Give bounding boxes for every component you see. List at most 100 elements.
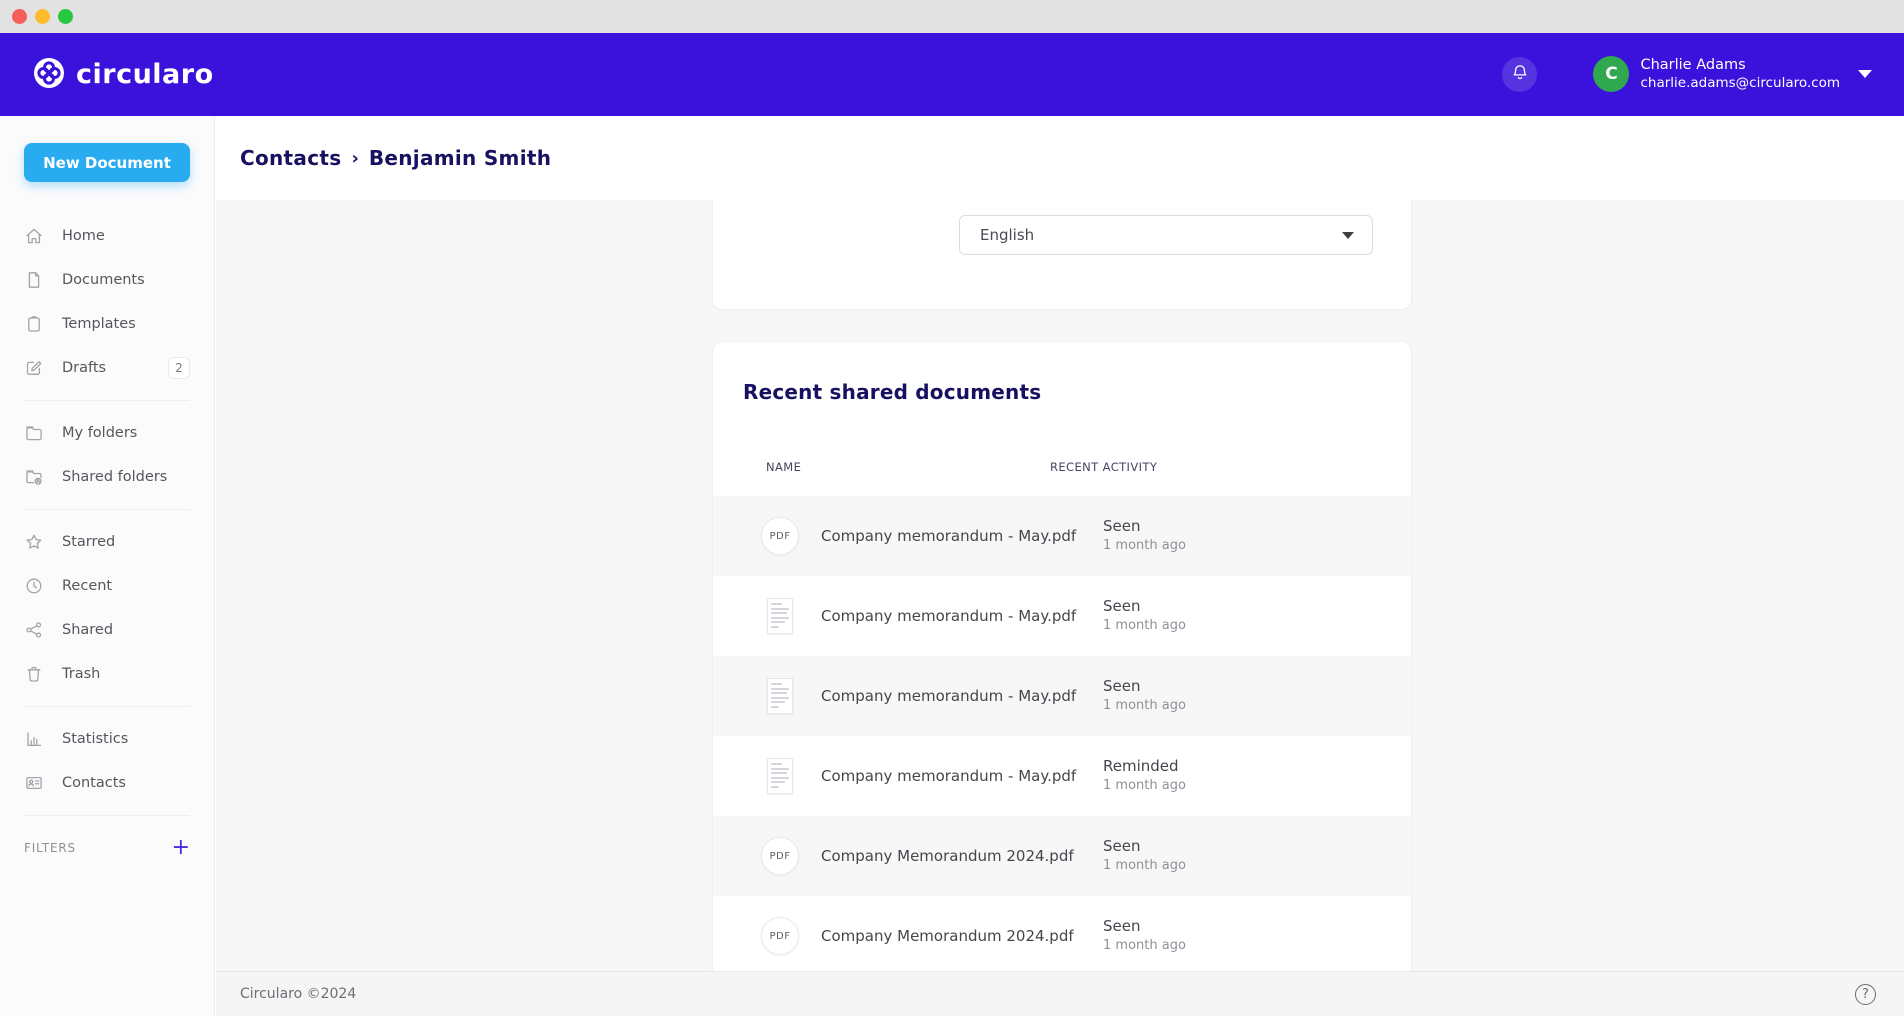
avatar: C <box>1593 56 1629 92</box>
document-row[interactable]: PDF Company memorandum - May.pdfSeen1 mon… <box>713 496 1411 576</box>
document-row[interactable]: Company memorandum - May.pdfSeen1 month … <box>713 576 1411 656</box>
zoom-button[interactable] <box>58 9 73 24</box>
user-name: Charlie Adams <box>1640 56 1840 75</box>
new-document-button[interactable]: New Document <box>24 143 190 182</box>
activity-status: Seen <box>1103 837 1186 856</box>
sidebar-divider <box>24 509 190 510</box>
table-header: NAME RECENT ACTIVITY <box>713 460 1411 474</box>
pdf-file-icon: PDF <box>761 837 799 875</box>
sidebar-item-label: Shared <box>62 622 113 638</box>
activity-time: 1 month ago <box>1103 936 1186 955</box>
sidebar-item-drafts[interactable]: Drafts2 <box>0 346 214 390</box>
sidebar-item-label: Drafts <box>62 360 106 376</box>
plus-icon[interactable]: + <box>172 837 190 859</box>
star-icon <box>24 532 44 552</box>
sidebar-item-label: Contacts <box>62 775 126 791</box>
document-row[interactable]: Company memorandum - May.pdfReminded1 mo… <box>713 736 1411 816</box>
user-menu[interactable]: C Charlie Adams charlie.adams@circularo.… <box>1593 56 1872 92</box>
circularo-logo[interactable]: circularo <box>33 57 214 93</box>
document-row[interactable]: PDF Company Memorandum 2024.pdfSeen1 mont… <box>713 816 1411 896</box>
document-name: Company Memorandum 2024.pdf <box>821 847 1103 865</box>
sidebar-item-starred[interactable]: Starred <box>0 520 214 564</box>
pencil-square-icon <box>24 358 44 378</box>
sidebar-item-my-folders[interactable]: My folders <box>0 411 214 455</box>
activity-status: Seen <box>1103 677 1186 696</box>
activity-time: 1 month ago <box>1103 616 1186 635</box>
sidebar-item-home[interactable]: Home <box>0 214 214 258</box>
document-thumbnail-icon <box>767 598 793 634</box>
help-icon[interactable]: ? <box>1855 984 1876 1005</box>
document-name: Company memorandum - May.pdf <box>821 607 1103 625</box>
sidebar-item-label: Home <box>62 228 105 244</box>
bell-icon <box>1510 63 1530 86</box>
sidebar-item-label: Templates <box>62 316 136 332</box>
sidebar-item-templates[interactable]: Templates <box>0 302 214 346</box>
breadcrumb: Contacts › Benjamin Smith <box>216 116 1904 200</box>
sidebar-item-contacts[interactable]: Contacts <box>0 761 214 805</box>
activity-time: 1 month ago <box>1103 776 1186 795</box>
sidebar-item-label: Starred <box>62 534 115 550</box>
sidebar-item-label: Shared folders <box>62 469 167 485</box>
sidebar-item-label: Statistics <box>62 731 128 747</box>
circularo-logo-icon <box>33 57 65 93</box>
sidebar-item-label: Documents <box>62 272 145 288</box>
sidebar-item-shared-folders[interactable]: Shared folders <box>0 455 214 499</box>
minimize-button[interactable] <box>35 9 50 24</box>
trash-icon <box>24 664 44 684</box>
activity-status: Seen <box>1103 597 1186 616</box>
id-card-icon <box>24 773 44 793</box>
macos-titlebar <box>0 0 1904 33</box>
sidebar-item-statistics[interactable]: Statistics <box>0 717 214 761</box>
sidebar-item-recent[interactable]: Recent <box>0 564 214 608</box>
document-name: Company Memorandum 2024.pdf <box>821 927 1103 945</box>
main-area: Contacts › Benjamin Smith Language Engli… <box>216 116 1904 1016</box>
sidebar-item-shared[interactable]: Shared <box>0 608 214 652</box>
pdf-file-icon: PDF <box>761 517 799 555</box>
sidebar: New Document Home Documents Templates Draft… <box>0 116 215 1016</box>
language-select[interactable]: English <box>959 215 1373 255</box>
clock-icon <box>24 576 44 596</box>
pdf-file-icon: PDF <box>761 917 799 955</box>
page-title: Benjamin Smith <box>369 146 551 170</box>
folder-icon <box>24 423 44 443</box>
activity-time: 1 month ago <box>1103 536 1186 555</box>
clipboard-icon <box>24 314 44 334</box>
activity-status: Reminded <box>1103 757 1186 776</box>
contact-settings-card: Language English <box>712 200 1412 310</box>
filters-row: FILTERS + <box>0 826 214 870</box>
activity-status: Seen <box>1103 517 1186 536</box>
document-icon <box>24 270 44 290</box>
documents-table: PDFCompany memorandum - May.pdfSeen1 mon… <box>713 496 1411 971</box>
notifications-button[interactable] <box>1502 57 1537 92</box>
language-select-value: English <box>980 226 1034 244</box>
chevron-down-icon <box>1858 70 1872 78</box>
sidebar-nav: Home Documents Templates Drafts2 My folders S… <box>0 214 214 816</box>
home-icon <box>24 226 44 246</box>
sidebar-item-trash[interactable]: Trash <box>0 652 214 696</box>
breadcrumb-separator: › <box>351 148 358 169</box>
column-header-name: NAME <box>713 460 1050 474</box>
activity-status: Seen <box>1103 917 1186 936</box>
language-label-clipped: Language <box>999 200 1073 201</box>
close-button[interactable] <box>12 9 27 24</box>
activity-time: 1 month ago <box>1103 856 1186 875</box>
document-name: Company memorandum - May.pdf <box>821 527 1103 545</box>
document-row[interactable]: PDF Company Memorandum 2024.pdfSeen1 mont… <box>713 896 1411 971</box>
document-thumbnail-icon <box>767 678 793 714</box>
activity-time: 1 month ago <box>1103 696 1186 715</box>
sidebar-divider <box>24 400 190 401</box>
sidebar-divider <box>24 706 190 707</box>
bar-chart-icon <box>24 729 44 749</box>
sidebar-item-label: Recent <box>62 578 112 594</box>
breadcrumb-contacts[interactable]: Contacts <box>240 146 341 170</box>
document-thumbnail-icon <box>767 758 793 794</box>
sidebar-item-label: Trash <box>62 666 100 682</box>
share-icon <box>24 620 44 640</box>
filters-label: FILTERS <box>24 841 76 855</box>
footer: Circularo ©2024 ? <box>216 971 1904 1016</box>
column-header-activity: RECENT ACTIVITY <box>1050 460 1157 474</box>
sidebar-item-documents[interactable]: Documents <box>0 258 214 302</box>
document-row[interactable]: Company memorandum - May.pdfSeen1 month … <box>713 656 1411 736</box>
select-chevron-down-icon <box>1342 232 1354 239</box>
copyright-text: Circularo ©2024 <box>240 986 356 1002</box>
